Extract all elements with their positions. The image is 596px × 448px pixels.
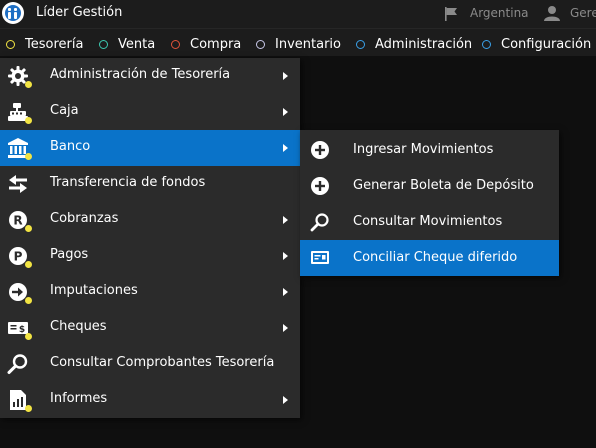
status-dot bbox=[25, 225, 32, 232]
nav-label: Administración bbox=[375, 36, 473, 52]
chevron-right-icon bbox=[283, 144, 288, 152]
menu-item-label: Pagos bbox=[50, 247, 89, 262]
tesoreria-menu: Administración de Tesorería Caja Banco T… bbox=[0, 58, 300, 418]
check-document-icon bbox=[311, 251, 329, 264]
menu-item-imputaciones[interactable]: Imputaciones bbox=[0, 274, 300, 310]
menu-item-label: Administración de Tesorería bbox=[50, 67, 231, 82]
status-dot bbox=[25, 117, 32, 124]
nav-dot-icon bbox=[6, 39, 15, 49]
menu-item-label: Banco bbox=[50, 139, 91, 154]
nav-dot-icon bbox=[482, 39, 491, 49]
banco-submenu: Ingresar Movimientos Generar Boleta de D… bbox=[300, 130, 559, 276]
menu-item-banco[interactable]: Banco bbox=[0, 130, 300, 166]
search-icon bbox=[310, 213, 329, 232]
status-dot bbox=[25, 333, 32, 340]
chevron-right-icon bbox=[283, 108, 288, 116]
top-bar: Líder Gestión Argentina Gere bbox=[0, 0, 596, 28]
menu-item-cobranzas[interactable]: R Cobranzas bbox=[0, 202, 300, 238]
svg-text:R: R bbox=[13, 214, 22, 228]
nav-administracion[interactable]: Administración bbox=[356, 35, 472, 53]
module-nav: Tesorería Venta Compra Inventario Admini… bbox=[0, 28, 596, 56]
chevron-right-icon bbox=[283, 288, 288, 296]
chevron-right-icon bbox=[283, 396, 288, 404]
status-dot bbox=[25, 297, 32, 304]
nav-configuracion[interactable]: Configuración bbox=[482, 35, 591, 53]
menu-item-label: Consultar Comprobantes Tesorería bbox=[50, 355, 275, 370]
plus-circle-icon bbox=[311, 177, 329, 195]
svg-text:P: P bbox=[14, 250, 23, 264]
menu-item-cheques[interactable]: $ Cheques bbox=[0, 310, 300, 346]
menu-item-pagos[interactable]: P Pagos bbox=[0, 238, 300, 274]
menu-item-consultar-comprobantes[interactable]: Consultar Comprobantes Tesorería bbox=[0, 346, 300, 382]
submenu-item-conciliar-cheque[interactable]: Conciliar Cheque diferido bbox=[300, 240, 559, 276]
menu-item-transferencia-fondos[interactable]: Transferencia de fondos bbox=[0, 166, 300, 202]
app-logo-icon[interactable] bbox=[2, 2, 24, 24]
country-selector[interactable]: Argentina bbox=[470, 6, 529, 20]
chevron-right-icon bbox=[283, 216, 288, 224]
nav-label: Venta bbox=[118, 36, 156, 52]
menu-item-label: Cheques bbox=[50, 319, 107, 334]
nav-tesoreria[interactable]: Tesorería bbox=[6, 35, 83, 53]
plus-circle-icon bbox=[311, 141, 329, 159]
chevron-right-icon bbox=[283, 324, 288, 332]
nav-dot-icon bbox=[99, 39, 108, 49]
nav-dot-icon bbox=[256, 39, 265, 49]
nav-dot-icon bbox=[356, 39, 365, 49]
app-title: Líder Gestión bbox=[36, 5, 123, 20]
user-icon bbox=[544, 6, 560, 21]
submenu-item-generar-boleta[interactable]: Generar Boleta de Depósito bbox=[300, 168, 559, 204]
menu-item-caja[interactable]: Caja bbox=[0, 94, 300, 130]
nav-label: Configuración bbox=[501, 36, 592, 52]
submenu-item-label: Consultar Movimientos bbox=[353, 214, 503, 229]
nav-venta[interactable]: Venta bbox=[99, 35, 155, 53]
svg-text:$: $ bbox=[19, 325, 25, 335]
submenu-item-label: Generar Boleta de Depósito bbox=[353, 178, 534, 193]
nav-compra[interactable]: Compra bbox=[171, 35, 241, 53]
transfer-arrows-icon bbox=[9, 175, 27, 193]
status-dot bbox=[25, 261, 32, 268]
nav-dot-icon bbox=[171, 39, 180, 49]
search-icon bbox=[7, 354, 28, 374]
menu-item-label: Transferencia de fondos bbox=[50, 175, 206, 190]
menu-item-label: Caja bbox=[50, 103, 79, 118]
submenu-item-label: Conciliar Cheque diferido bbox=[353, 250, 518, 265]
submenu-item-ingresar-movimientos[interactable]: Ingresar Movimientos bbox=[300, 132, 559, 168]
nav-inventario[interactable]: Inventario bbox=[256, 35, 341, 53]
nav-label: Compra bbox=[190, 36, 242, 52]
user-name[interactable]: Gere bbox=[570, 6, 596, 20]
menu-item-label: Imputaciones bbox=[50, 283, 138, 298]
chevron-right-icon bbox=[283, 72, 288, 80]
nav-label: Tesorería bbox=[25, 36, 84, 52]
menu-item-administracion-tesoreria[interactable]: Administración de Tesorería bbox=[0, 58, 300, 94]
status-dot bbox=[25, 81, 32, 88]
status-dot bbox=[25, 405, 32, 412]
status-dot bbox=[25, 153, 32, 160]
flag-icon bbox=[445, 7, 457, 21]
chevron-right-icon bbox=[283, 252, 288, 260]
menu-item-label: Informes bbox=[50, 391, 108, 406]
menu-item-label: Cobranzas bbox=[50, 211, 119, 226]
submenu-item-label: Ingresar Movimientos bbox=[353, 142, 494, 157]
nav-label: Inventario bbox=[275, 36, 341, 52]
submenu-item-consultar-movimientos[interactable]: Consultar Movimientos bbox=[300, 204, 559, 240]
menu-item-informes[interactable]: Informes bbox=[0, 382, 300, 418]
